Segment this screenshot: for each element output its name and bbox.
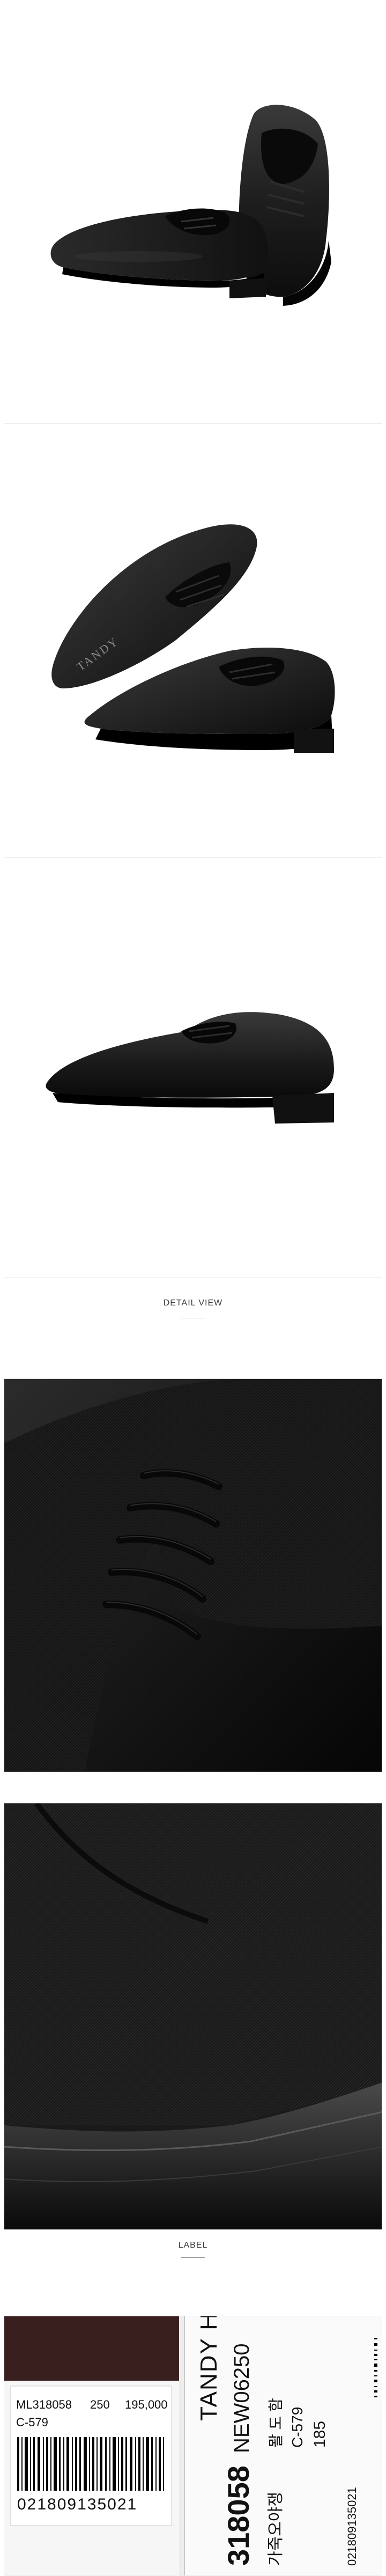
detail-image-heel (4, 1803, 382, 2230)
product-image-side-profile (4, 870, 382, 1278)
shoe-pair-illustration (50, 105, 331, 306)
product-image-tilted-pair: TANDY (4, 436, 382, 858)
price-tag-illustration: ML318058 250 195,000 C-579 021809135021 (4, 2316, 382, 2575)
product-image-hero-pair (4, 4, 382, 424)
shoe-pair-tilted-illustration: TANDY (51, 524, 335, 753)
right-tag-color-code: C-579 (289, 2407, 306, 2448)
section-title-label: LABEL (178, 2241, 208, 2250)
detail-image-lacing (4, 1378, 382, 1772)
right-tag-code: NEW06250 (230, 2343, 254, 2453)
tag-barcode-number: 021809135021 (17, 2496, 137, 2513)
tag-color-code: C-579 (16, 2416, 48, 2429)
section-divider (181, 2257, 205, 2258)
section-title-detail-view: DETAIL VIEW (163, 1298, 223, 1308)
right-tag-size: 185 (311, 2421, 329, 2448)
right-tag-color-name: 가죽오야쟁 (267, 2492, 285, 2566)
heel-closeup-illustration (4, 1803, 382, 2229)
right-tag-barcode-number: 021809135021 (345, 2487, 359, 2566)
shoe-side-illustration (46, 1012, 334, 1124)
lacing-closeup-illustration (4, 1379, 382, 1772)
tag-size: 250 (90, 2398, 110, 2411)
tag-model-code: ML318058 (16, 2398, 72, 2411)
right-tag-brand: TANDY HO (196, 2316, 222, 2421)
label-image-price-tag: ML318058 250 195,000 C-579 021809135021 (4, 2316, 382, 2576)
tag-price: 195,000 (125, 2398, 168, 2411)
right-tag-korean-label: 뫌 도 함 (268, 2398, 284, 2448)
tag-accent-band (4, 2316, 179, 2381)
right-tag-model: 318058 (221, 2465, 255, 2566)
